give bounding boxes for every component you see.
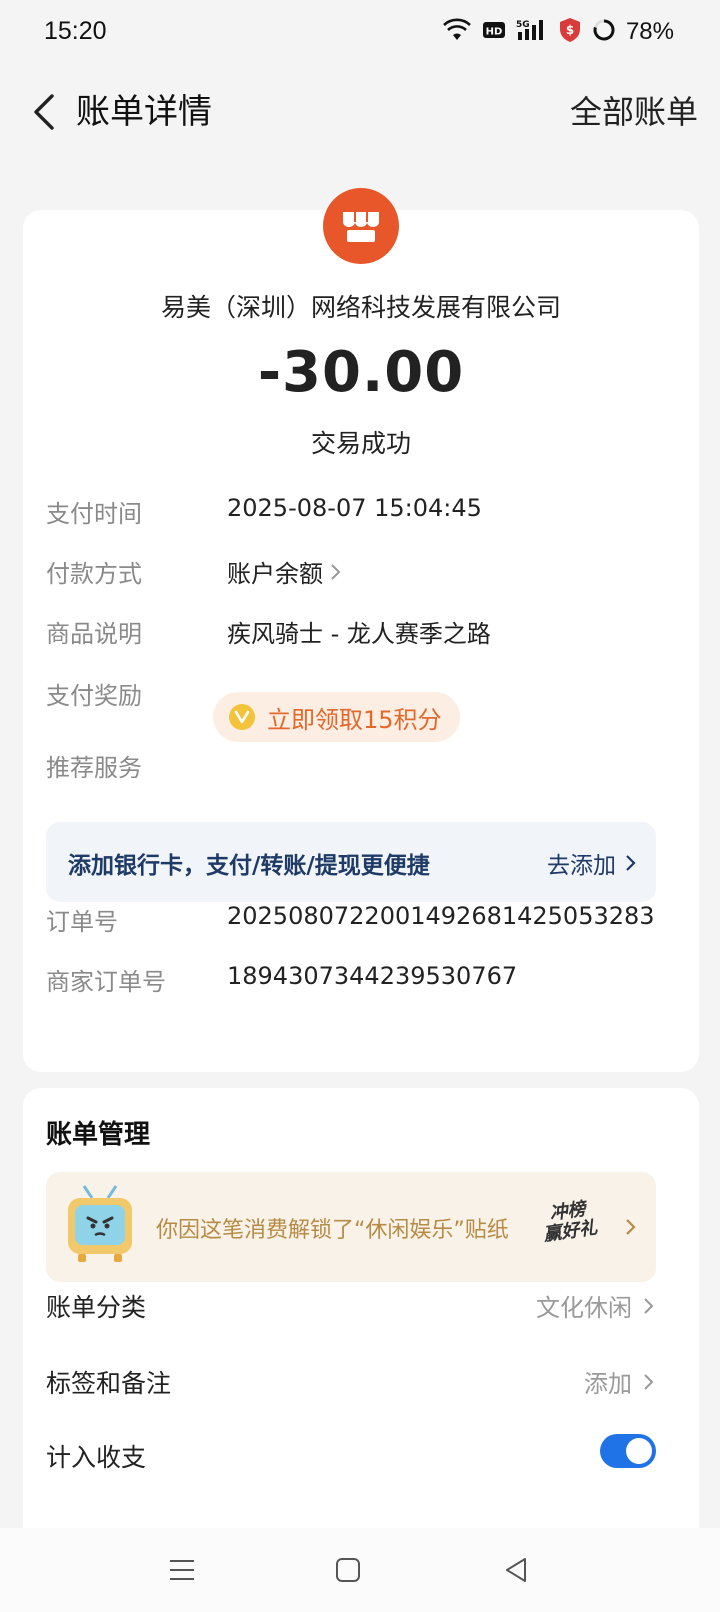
tags-notes-label: 标签和备注: [46, 1369, 172, 1398]
recommended-services-label: 推荐服务: [46, 754, 142, 782]
home-square-icon: [336, 1558, 360, 1582]
page-title: 账单详情: [76, 92, 212, 132]
order-number-label: 订单号: [46, 908, 118, 936]
payment-reward-label: 支付奖励: [46, 682, 142, 710]
bill-category-value-wrap: 文化休闲: [536, 1288, 656, 1323]
system-nav-bar: [0, 1528, 720, 1612]
include-in-stats-toggle[interactable]: [600, 1434, 656, 1468]
order-number-value: 2025080722001492681425053283: [227, 902, 655, 930]
bill-management-title: 账单管理: [46, 1120, 151, 1150]
store-icon: [343, 212, 379, 242]
include-in-stats-label: 计入收支: [46, 1443, 147, 1472]
hd-icon: HD: [482, 20, 506, 44]
bill-category-label: 账单分类: [46, 1293, 147, 1322]
menu-button[interactable]: [162, 1550, 202, 1590]
payment-method-label: 付款方式: [46, 560, 142, 588]
all-bills-link[interactable]: 全部账单: [570, 88, 698, 136]
payment-time-value: 2025-08-07 15:04:45: [227, 494, 482, 522]
tags-notes-value: 添加: [584, 1370, 632, 1398]
payment-method-value: 账户余额: [227, 560, 323, 588]
merchant-name: 易美（深圳）网络科技发展有限公司: [160, 293, 561, 322]
chevron-right-icon: [626, 1219, 636, 1235]
product-desc-label: 商品说明: [46, 620, 142, 648]
battery-percent: 78%: [625, 18, 674, 45]
svg-text:HD: HD: [486, 27, 503, 38]
chevron-right-icon: [644, 1373, 654, 1390]
bill-category-row[interactable]: 账单分类 文化休闲: [46, 1284, 656, 1324]
back-triangle-icon: [506, 1558, 526, 1582]
sticker-unlock-banner[interactable]: 你因这笔消费解锁了“休闲娱乐”贴纸 冲榜 赢好礼: [46, 1172, 656, 1282]
add-bank-card-banner[interactable]: 添加银行卡，支付/转账/提现更便捷 去添加: [46, 822, 656, 902]
chevron-left-icon: [34, 94, 54, 130]
transaction-card: 易美（深圳）网络科技发展有限公司 -30.00 交易成功 支付时间 2025-0…: [23, 188, 699, 1072]
add-bank-card-action-label: 去添加: [547, 853, 616, 879]
claim-points-button[interactable]: 立即领取15积分: [213, 692, 460, 742]
merchant-order-number-value: 1894307344239530767: [227, 962, 518, 990]
bill-management-card: 账单管理 你因这笔消费解锁了“休闲娱乐”贴纸 冲榜 赢好礼 账单分类 文化休闲 …: [23, 1088, 699, 1528]
tags-notes-value-wrap: 添加: [584, 1364, 656, 1399]
merchant-order-number-label: 商家订单号: [46, 968, 166, 996]
product-desc-value: 疾风骑士 - 龙人赛季之路: [227, 620, 491, 648]
points-coin-icon: [229, 704, 255, 730]
amount: -30.00: [257, 340, 465, 405]
security-shield-icon: $: [558, 17, 582, 47]
toggle-knob: [626, 1438, 652, 1464]
add-bank-card-text: 添加银行卡，支付/转账/提现更便捷: [68, 853, 430, 879]
menu-icon: [170, 1560, 194, 1580]
transaction-status: 交易成功: [310, 429, 411, 458]
system-back-button[interactable]: [496, 1550, 536, 1590]
tv-mascot-icon: [64, 1184, 136, 1268]
signal-5g-icon: 5G: [516, 18, 548, 46]
svg-text:5G: 5G: [516, 20, 530, 30]
claim-points-label: 立即领取15积分: [267, 705, 442, 734]
home-button[interactable]: [328, 1550, 368, 1590]
battery-ring-icon: [592, 18, 616, 46]
merchant-logo: [323, 188, 399, 264]
payment-method-link[interactable]: 账户余额: [227, 554, 343, 589]
bill-category-value: 文化休闲: [536, 1294, 632, 1322]
chevron-right-icon: [331, 563, 341, 580]
back-button[interactable]: [20, 88, 68, 136]
status-bar: 15:20 HD 5G $ 78%: [0, 0, 720, 66]
chevron-right-icon: [644, 1297, 654, 1314]
wifi-icon: [442, 18, 472, 46]
svg-text:$: $: [566, 23, 574, 37]
chevron-right-icon: [626, 855, 636, 871]
tags-notes-row[interactable]: 标签和备注 添加: [46, 1360, 656, 1400]
status-icons: HD 5G $ 78%: [442, 16, 674, 48]
include-in-stats-row: 计入收支: [46, 1434, 656, 1474]
status-time: 15:20: [44, 17, 107, 45]
payment-time-label: 支付时间: [46, 500, 142, 528]
add-bank-card-action[interactable]: 去添加: [547, 846, 638, 880]
sticker-unlock-text: 你因这笔消费解锁了“休闲娱乐”贴纸: [156, 1218, 509, 1243]
nav-bar: 账单详情 全部账单: [0, 76, 720, 148]
leaderboard-badge: 冲榜 赢好礼: [539, 1198, 598, 1246]
